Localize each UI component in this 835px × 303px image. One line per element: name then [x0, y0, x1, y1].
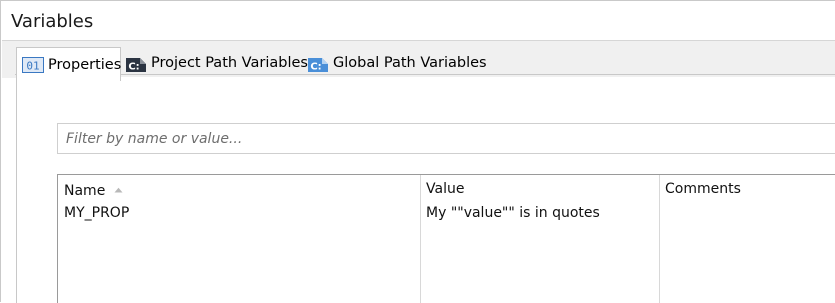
- window-title: Variables: [11, 11, 94, 32]
- column-separator[interactable]: [420, 175, 421, 303]
- tab-strip: 01 Properties C: Project Path Variables: [2, 41, 835, 81]
- title-bar: Variables: [2, 2, 835, 41]
- tab-strip-divider: [15, 74, 835, 75]
- cell-name[interactable]: MY_PROP: [64, 205, 129, 221]
- tab-project-path-variables-label: Project Path Variables: [151, 55, 308, 71]
- sort-ascending-icon: [114, 181, 123, 197]
- project-icon-text: C:: [128, 62, 139, 73]
- tab-properties[interactable]: 01 Properties: [16, 47, 121, 81]
- filter-input[interactable]: [57, 123, 835, 154]
- tab-global-path-variables-label: Global Path Variables: [333, 55, 487, 71]
- column-header-comments[interactable]: Comments: [665, 181, 741, 197]
- column-header-name-label: Name: [64, 183, 106, 199]
- properties-panel: Name Value Comments MY_PROP My ""value""…: [16, 77, 835, 303]
- column-header-value[interactable]: Value: [426, 181, 464, 197]
- project-path-variables-icon: C:: [125, 53, 147, 73]
- tab-properties-label: Properties: [48, 56, 122, 73]
- global-path-variables-icon: C:: [307, 53, 329, 73]
- cell-value[interactable]: My ""value"" is in quotes: [426, 205, 600, 221]
- variables-window: Variables 01 Properties C: Project Path …: [0, 0, 835, 303]
- column-separator[interactable]: [659, 175, 660, 303]
- column-header-name[interactable]: Name: [64, 181, 123, 199]
- properties-icon-text: 01: [26, 59, 39, 72]
- global-icon-text: C:: [310, 62, 321, 73]
- variables-table: Name Value Comments MY_PROP My ""value""…: [57, 174, 835, 303]
- properties-icon: 01: [22, 56, 44, 73]
